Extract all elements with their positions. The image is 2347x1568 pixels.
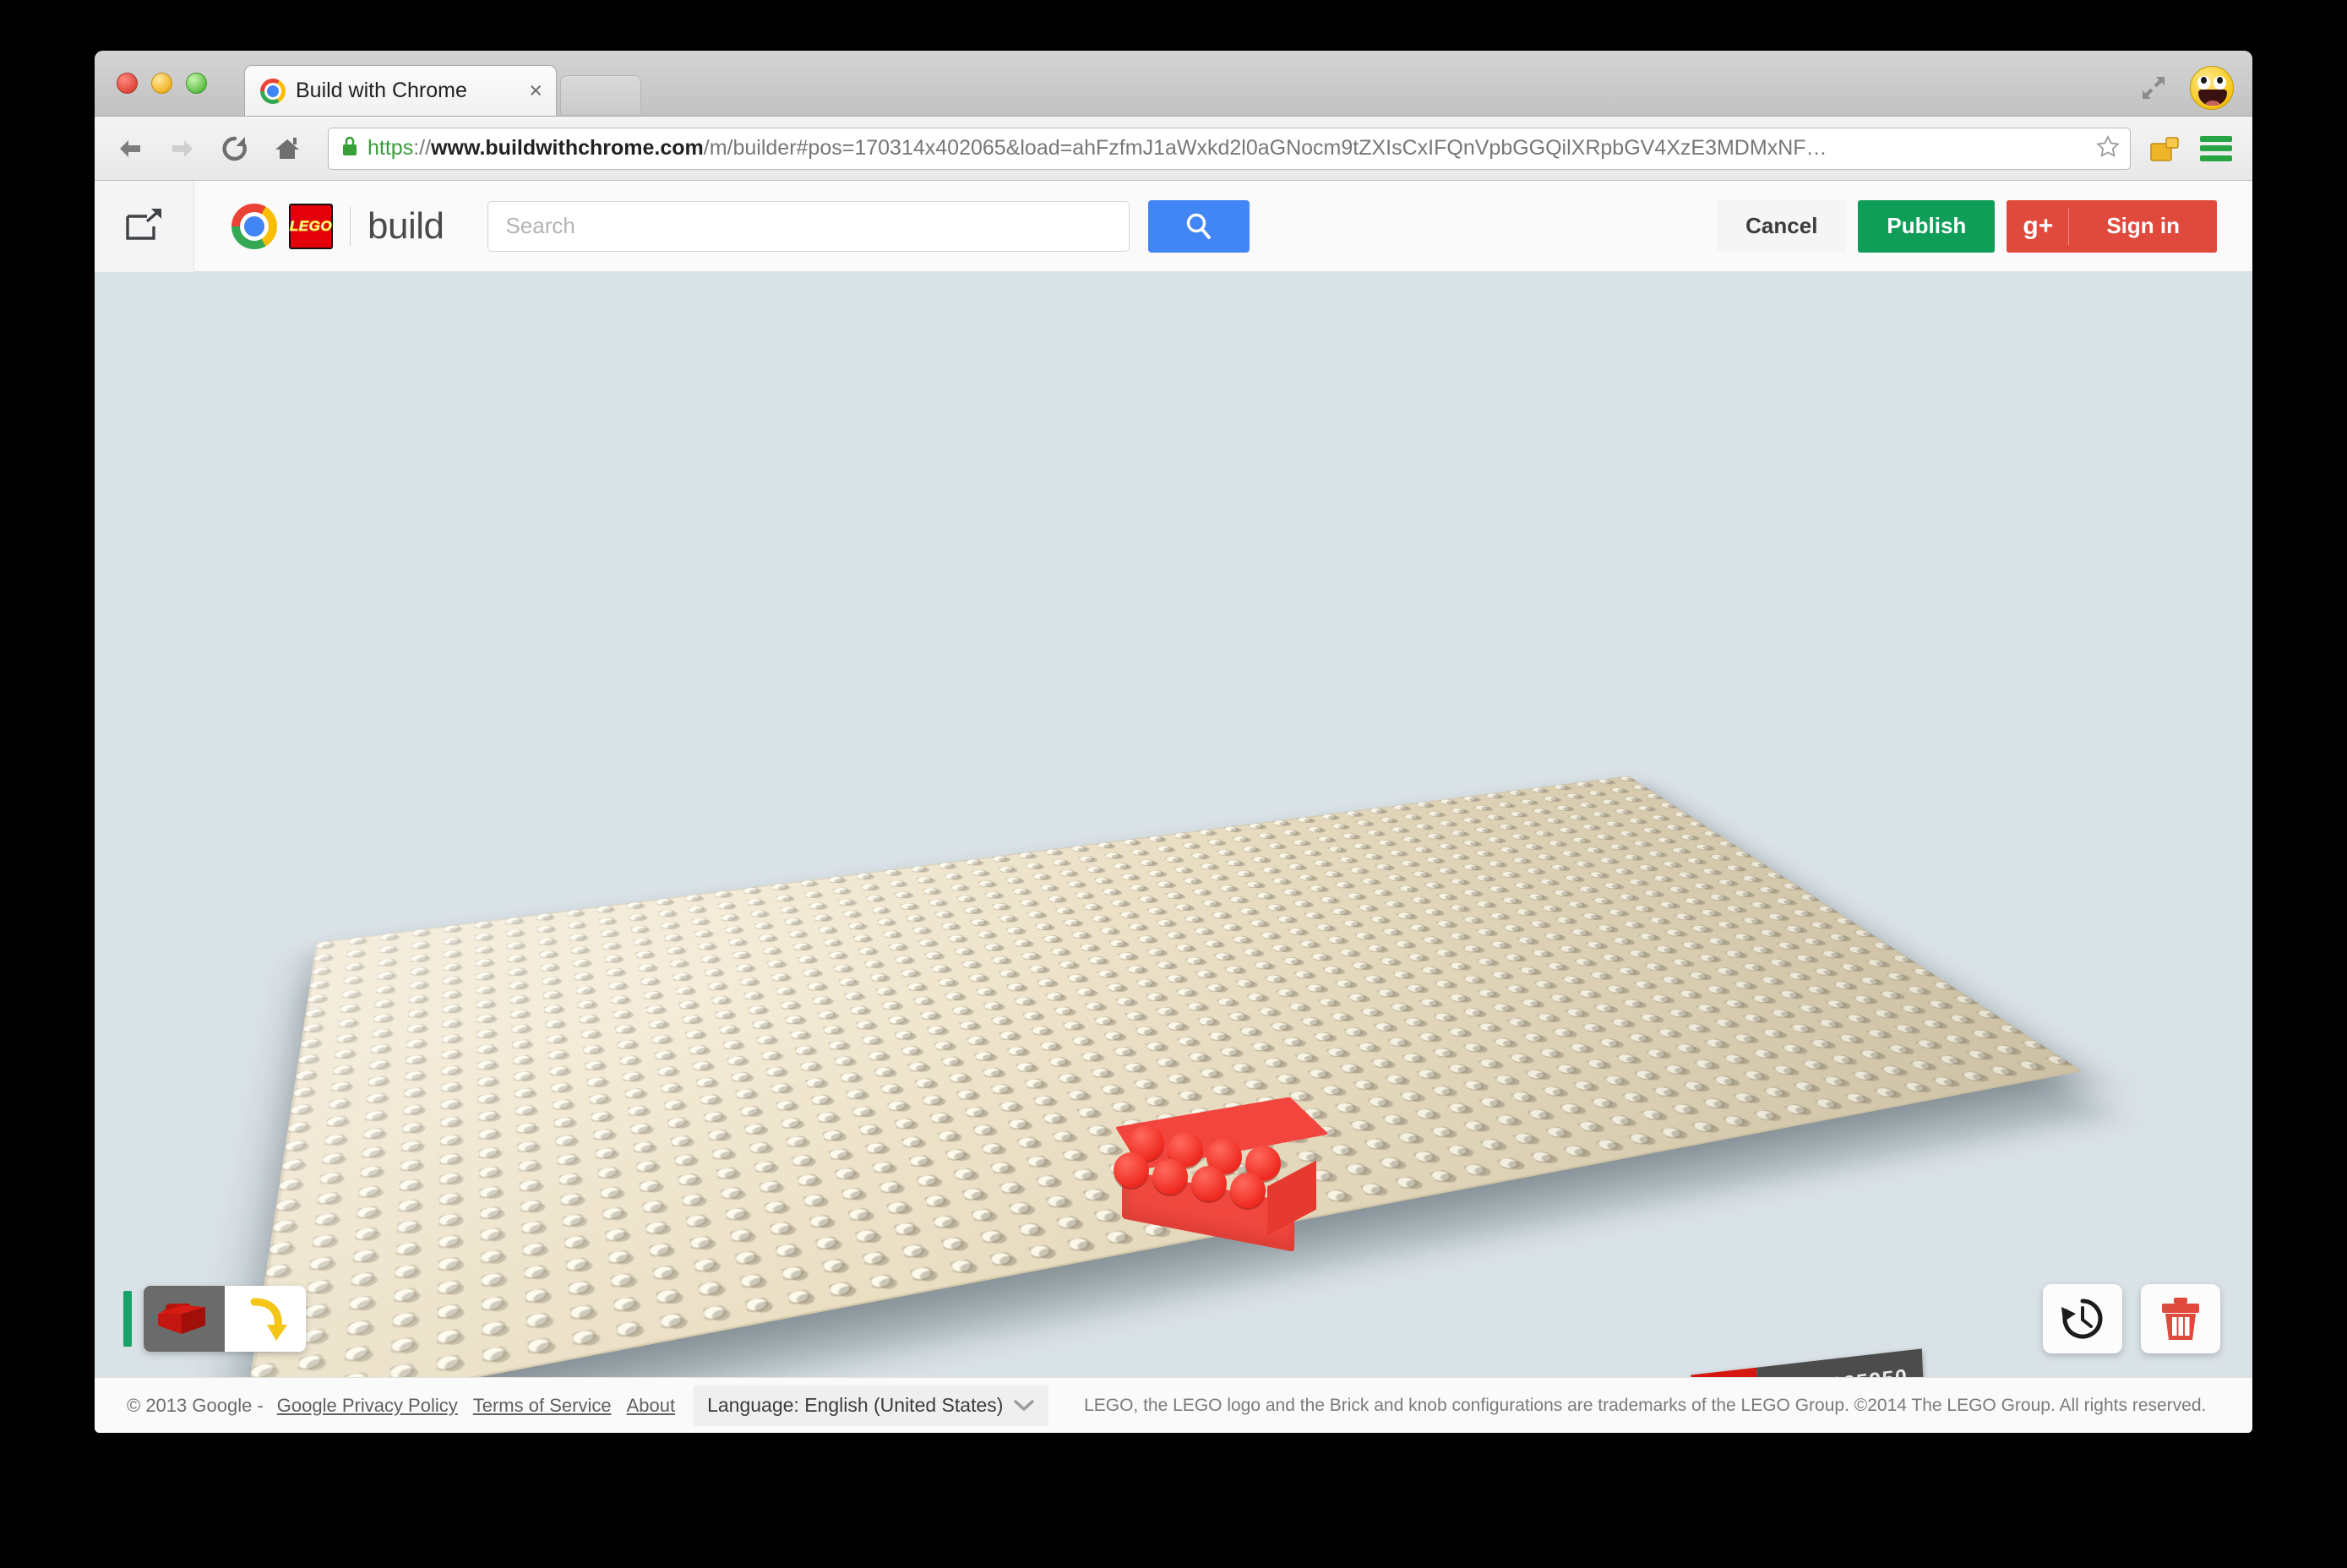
url-host: www.buildwithchrome.com: [431, 136, 704, 160]
browser-window: Build with Chrome × https://www.buildwit…: [95, 51, 2252, 1433]
maximize-window-button[interactable]: [186, 73, 207, 94]
lego-logo-icon: LEGO: [1691, 1367, 1759, 1377]
signin-button[interactable]: Sign in: [2069, 199, 2217, 253]
red-2x4-brick[interactable]: [1114, 1097, 1329, 1254]
language-label: Language: English (United States): [707, 1394, 1004, 1416]
browser-tab[interactable]: Build with Chrome ×: [244, 65, 557, 116]
search-input[interactable]: [487, 200, 1130, 252]
desktop-backdrop: Build with Chrome × https://www.buildwit…: [0, 0, 2347, 1568]
minimize-window-button[interactable]: [151, 73, 172, 94]
chrome-logo-icon: [231, 203, 277, 249]
tab-title: Build with Chrome: [296, 79, 467, 102]
url-separator: ://: [413, 136, 432, 160]
publish-button[interactable]: Publish: [1858, 199, 1996, 253]
new-tab-button[interactable]: [560, 75, 641, 114]
trademark-text: LEGO, the LEGO logo and the Brick and kn…: [1084, 1395, 2207, 1415]
brand-word: build: [368, 204, 444, 247]
url-text: https://www.buildwithchrome.com/m/builde…: [368, 136, 2088, 161]
header-actions: Cancel Publish g+ Sign in: [1717, 199, 2217, 253]
chrome-logo-icon: [260, 78, 286, 104]
window-controls[interactable]: [117, 73, 207, 94]
color-swatch[interactable]: [123, 1291, 132, 1347]
search-area: [487, 199, 1250, 253]
history-undo-icon[interactable]: [2043, 1284, 2122, 1353]
url-path: /m/builder#pos=170314x402065&load=ahFzfm…: [703, 136, 1827, 160]
canvas-actions: [2043, 1284, 2220, 1353]
signin-group: g+ Sign in: [2007, 199, 2217, 253]
canvas-toolbar: [95, 1284, 2252, 1353]
google-plus-icon[interactable]: g+: [2007, 199, 2070, 253]
browser-toolbar: https://www.buildwithchrome.com/m/builde…: [95, 117, 2252, 181]
hamburger-menu-icon[interactable]: [2200, 135, 2232, 161]
rotate-arrow-icon[interactable]: [225, 1286, 306, 1352]
home-icon[interactable]: [270, 132, 304, 166]
about-link[interactable]: About: [627, 1395, 676, 1417]
page-content: LEGO build Cancel Pub: [95, 180, 2252, 1433]
trash-icon[interactable]: [2141, 1284, 2220, 1353]
close-window-button[interactable]: [117, 73, 138, 94]
terms-of-service-link[interactable]: Terms of Service: [473, 1395, 612, 1417]
privacy-policy-link[interactable]: Google Privacy Policy: [277, 1395, 458, 1417]
fullscreen-arrows-icon[interactable]: [2139, 74, 2168, 102]
brick-stud: [1114, 1152, 1149, 1188]
search-icon: [1187, 213, 1212, 239]
brick-stud: [1230, 1173, 1266, 1208]
brand-lockup: LEGO build: [231, 203, 444, 249]
brand-divider: [350, 206, 351, 246]
palette-tiles: [144, 1286, 306, 1352]
extension-icon[interactable]: [2149, 135, 2181, 162]
back-arrow-icon[interactable]: [113, 132, 147, 166]
brick-stud: [1191, 1166, 1227, 1201]
lego-logo-icon: LEGO: [289, 203, 333, 249]
copyright-text: © 2013 Google -: [127, 1394, 264, 1416]
brick-stud: [1152, 1159, 1188, 1195]
url-scheme: https: [368, 136, 414, 160]
page-footer: © 2013 Google - Google Privacy Policy Te…: [95, 1377, 2252, 1433]
browser-tab-strip: Build with Chrome ×: [95, 51, 2252, 117]
open-external-icon[interactable]: [95, 180, 194, 272]
tabstrip-right-controls: [2139, 66, 2234, 110]
language-select[interactable]: Language: English (United States): [694, 1385, 1049, 1426]
cancel-button[interactable]: Cancel: [1717, 199, 1847, 253]
forward-arrow-icon: [166, 132, 199, 166]
search-button[interactable]: [1148, 199, 1250, 253]
lego-logo-text: LEGO: [289, 217, 333, 234]
https-lock-icon: [340, 134, 359, 162]
app-header: LEGO build Cancel Pub: [95, 180, 2252, 272]
reload-icon[interactable]: [218, 132, 252, 166]
brick-palette: [123, 1286, 306, 1352]
close-icon[interactable]: ×: [529, 79, 542, 102]
chevron-down-icon: [1013, 1394, 1035, 1417]
star-icon[interactable]: [2096, 134, 2120, 162]
smiley-avatar-icon[interactable]: [2190, 66, 2234, 110]
address-bar[interactable]: https://www.buildwithchrome.com/m/builde…: [328, 127, 2131, 170]
lego-brick-icon[interactable]: [144, 1286, 225, 1352]
build-canvas[interactable]: LEGO No. 8325950: [95, 272, 2252, 1377]
